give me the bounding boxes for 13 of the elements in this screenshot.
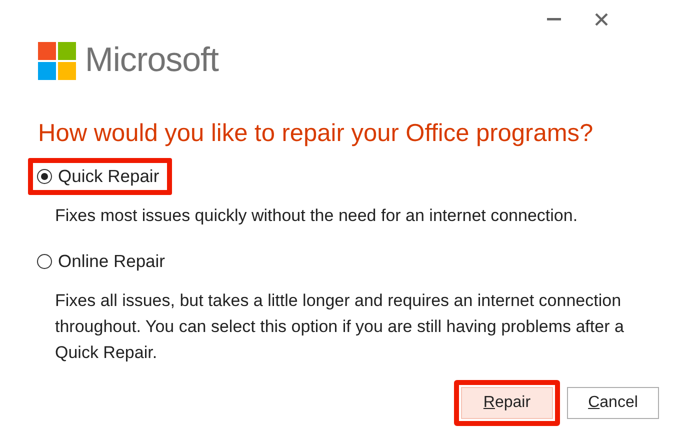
radio-button[interactable] — [37, 169, 52, 184]
radio-option[interactable]: Online Repair — [37, 251, 165, 272]
option-description: Fixes most issues quickly without the need for an internet connection. — [55, 205, 579, 227]
windows-logo-icon — [38, 42, 76, 80]
dialog-button[interactable]: Repair — [461, 387, 553, 419]
dialog-button[interactable]: Cancel — [567, 387, 659, 419]
radio-option[interactable]: Quick Repair — [37, 166, 160, 187]
option-description: Fixes all issues, but takes a little longer and requires an internet connection throughout. You can select this option if you are still having problems after a Quick Repair. — [55, 290, 625, 364]
radio-button[interactable] — [37, 254, 52, 269]
minimize-icon[interactable] — [547, 18, 561, 22]
dialog-heading: How would you like to repair your Office programs? — [38, 120, 594, 148]
close-icon[interactable] — [595, 13, 608, 26]
brand-name: Microsoft — [85, 41, 218, 80]
